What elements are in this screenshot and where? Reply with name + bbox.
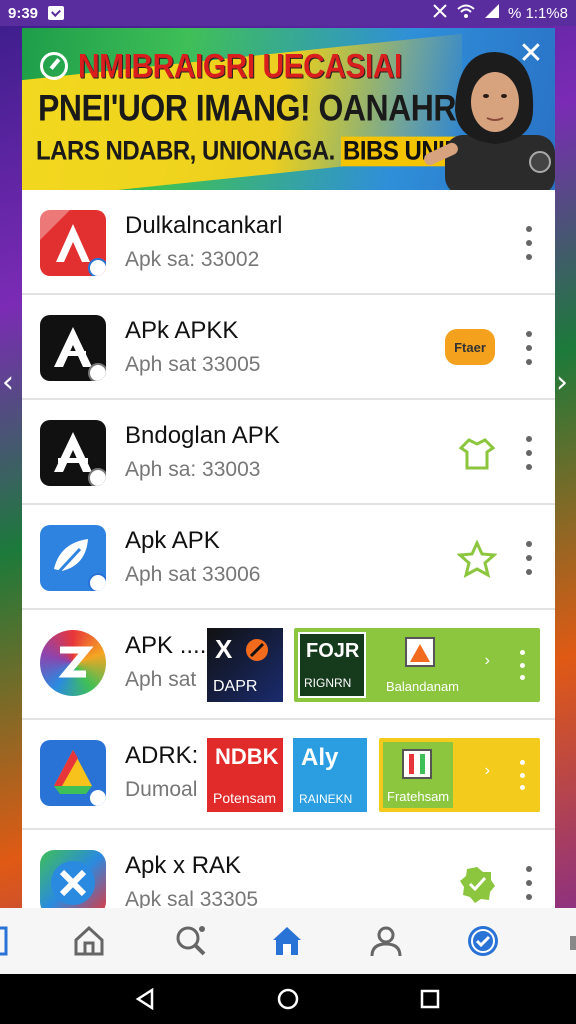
black-a-app-icon (40, 315, 106, 381)
app-name: Bndoglan APK (125, 422, 280, 449)
banner-tagline-a: LARS NDABR, UNIONAGA. (36, 136, 335, 167)
arrow-right-icon: › (484, 652, 490, 669)
promo-tile-label: DAPR (213, 678, 258, 695)
home-outline-icon[interactable] (72, 924, 106, 958)
status-bar: 9:39 % 1:1%8 (0, 0, 576, 26)
app-size: Aph sat 33005 (125, 353, 261, 376)
promo-tile[interactable]: NDBK Potensam (207, 738, 283, 812)
logo-icon (40, 52, 68, 80)
badge-icon[interactable] (457, 864, 497, 904)
banner-headline: NMIBRAIGRI UECASIAI (78, 47, 402, 86)
list-item[interactable]: Apk x RAK Apk sal 33305 (22, 830, 555, 908)
promo-tile-label: Potensam (213, 790, 277, 806)
black-a-app-icon (40, 420, 106, 486)
app-size: Apk sa: 33002 (125, 248, 260, 271)
more-options-icon[interactable] (525, 866, 533, 900)
library-icon[interactable] (0, 924, 26, 958)
star-icon[interactable] (457, 539, 497, 579)
rainbow-z-app-icon (40, 630, 106, 696)
search-icon[interactable] (174, 924, 208, 958)
signal-icon (484, 3, 500, 23)
promo-tile-title: NDBK (215, 744, 279, 769)
system-nav-bar (0, 974, 576, 1024)
app-name: Dulkalncankarl (125, 212, 283, 239)
blue-feather-app-icon (40, 525, 106, 591)
overflow-edge-icon (570, 936, 576, 950)
blue-x-app-icon (40, 850, 106, 908)
app-name: ADRK: (125, 742, 199, 769)
promo-tile[interactable]: Aly RAINEKN (293, 738, 367, 812)
close-icon[interactable]: ✕ (515, 38, 547, 70)
promo-wide-banner[interactable]: Fratehsam › (379, 738, 540, 812)
app-size: Aph sa: 33003 (125, 458, 261, 481)
app-size: Apk sal 33305 (125, 888, 259, 908)
promo-tile-title: Aly (301, 744, 339, 771)
more-options-icon[interactable] (525, 541, 533, 575)
app-name: APk APKK (125, 317, 239, 344)
bottom-nav (0, 908, 576, 974)
promo-banner[interactable]: NMIBRAIGRI UECASIAI PNEI'UOR IMANG! OANA… (22, 28, 555, 190)
app-size: Aph sat (125, 668, 197, 691)
promo-tile-title: X (215, 634, 233, 664)
notification-icon (48, 6, 65, 20)
promo-wide-label: Balandanam (386, 679, 459, 694)
app-list-panel: NMIBRAIGRI UECASIAI PNEI'UOR IMANG! OANA… (22, 28, 555, 908)
more-options-icon[interactable] (520, 650, 526, 680)
carousel-prev-icon[interactable]: ‹ (2, 368, 22, 398)
list-item[interactable]: Dulkalncankarl Apk sa: 33002 (22, 190, 555, 295)
battery-text: % 1:1%8 (507, 4, 568, 22)
app-size: Aph sat 33006 (125, 563, 261, 586)
install-badge[interactable]: Ftaer (445, 329, 495, 365)
no-signal-icon (432, 3, 448, 23)
app-list: Dulkalncankarl Apk sa: 33002 APk APKK Ap… (22, 190, 555, 908)
back-icon[interactable] (134, 987, 158, 1011)
app-name: Apk APK (125, 527, 220, 554)
banner-subheadline: PNEI'UOR IMANG! OANAHR (38, 87, 456, 129)
app-size: Dumoal (125, 778, 198, 801)
app-name: APK .... (125, 632, 207, 659)
list-item[interactable]: APK .... Aph sat X DAPR FOJR RIGNRN Bala… (22, 610, 555, 720)
carousel-next-icon[interactable]: › (556, 368, 576, 398)
promo-wide-banner[interactable]: FOJR RIGNRN Balandanam › (294, 628, 540, 702)
more-options-icon[interactable] (525, 436, 533, 470)
list-item[interactable]: Bndoglan APK Aph sa: 33003 (22, 400, 555, 505)
image-icon (402, 749, 432, 779)
home-filled-icon[interactable] (270, 924, 304, 958)
recents-icon[interactable] (418, 987, 442, 1011)
home-circle-icon[interactable] (276, 987, 300, 1011)
arrow-right-icon: › (484, 762, 490, 779)
profile-icon[interactable] (369, 924, 403, 958)
more-options-icon[interactable] (520, 760, 526, 790)
list-item[interactable]: Apk APK Aph sat 33006 (22, 505, 555, 610)
list-item[interactable]: APk APKK Aph sat 33005 Ftaer (22, 295, 555, 400)
promo-wide-thumb-label: RIGNRN (304, 676, 352, 690)
wifi-icon (456, 3, 476, 23)
list-item[interactable]: ADRK: Dumoal NDBK Potensam Aly RAINEKN F… (22, 720, 555, 830)
flame-icon (246, 639, 268, 661)
status-icons: % 1:1%8 (432, 3, 568, 23)
promo-wide-title: FOJR (306, 640, 360, 662)
more-options-icon[interactable] (525, 226, 533, 260)
google-drive-style-app-icon (40, 740, 106, 806)
promo-wide-label: Fratehsam (387, 789, 450, 804)
promo-tile[interactable]: X DAPR (207, 628, 283, 702)
red-a-app-icon (40, 210, 106, 276)
status-time: 9:39 (8, 4, 39, 22)
promo-wide-thumb: FOJR RIGNRN (298, 632, 366, 698)
image-icon (405, 637, 435, 667)
app-name: Apk x RAK (125, 852, 242, 879)
promo-tile-label: RAINEKN (299, 792, 353, 806)
more-options-icon[interactable] (525, 331, 533, 365)
check-circle-icon[interactable] (466, 924, 500, 958)
shirt-icon[interactable] (457, 434, 497, 474)
